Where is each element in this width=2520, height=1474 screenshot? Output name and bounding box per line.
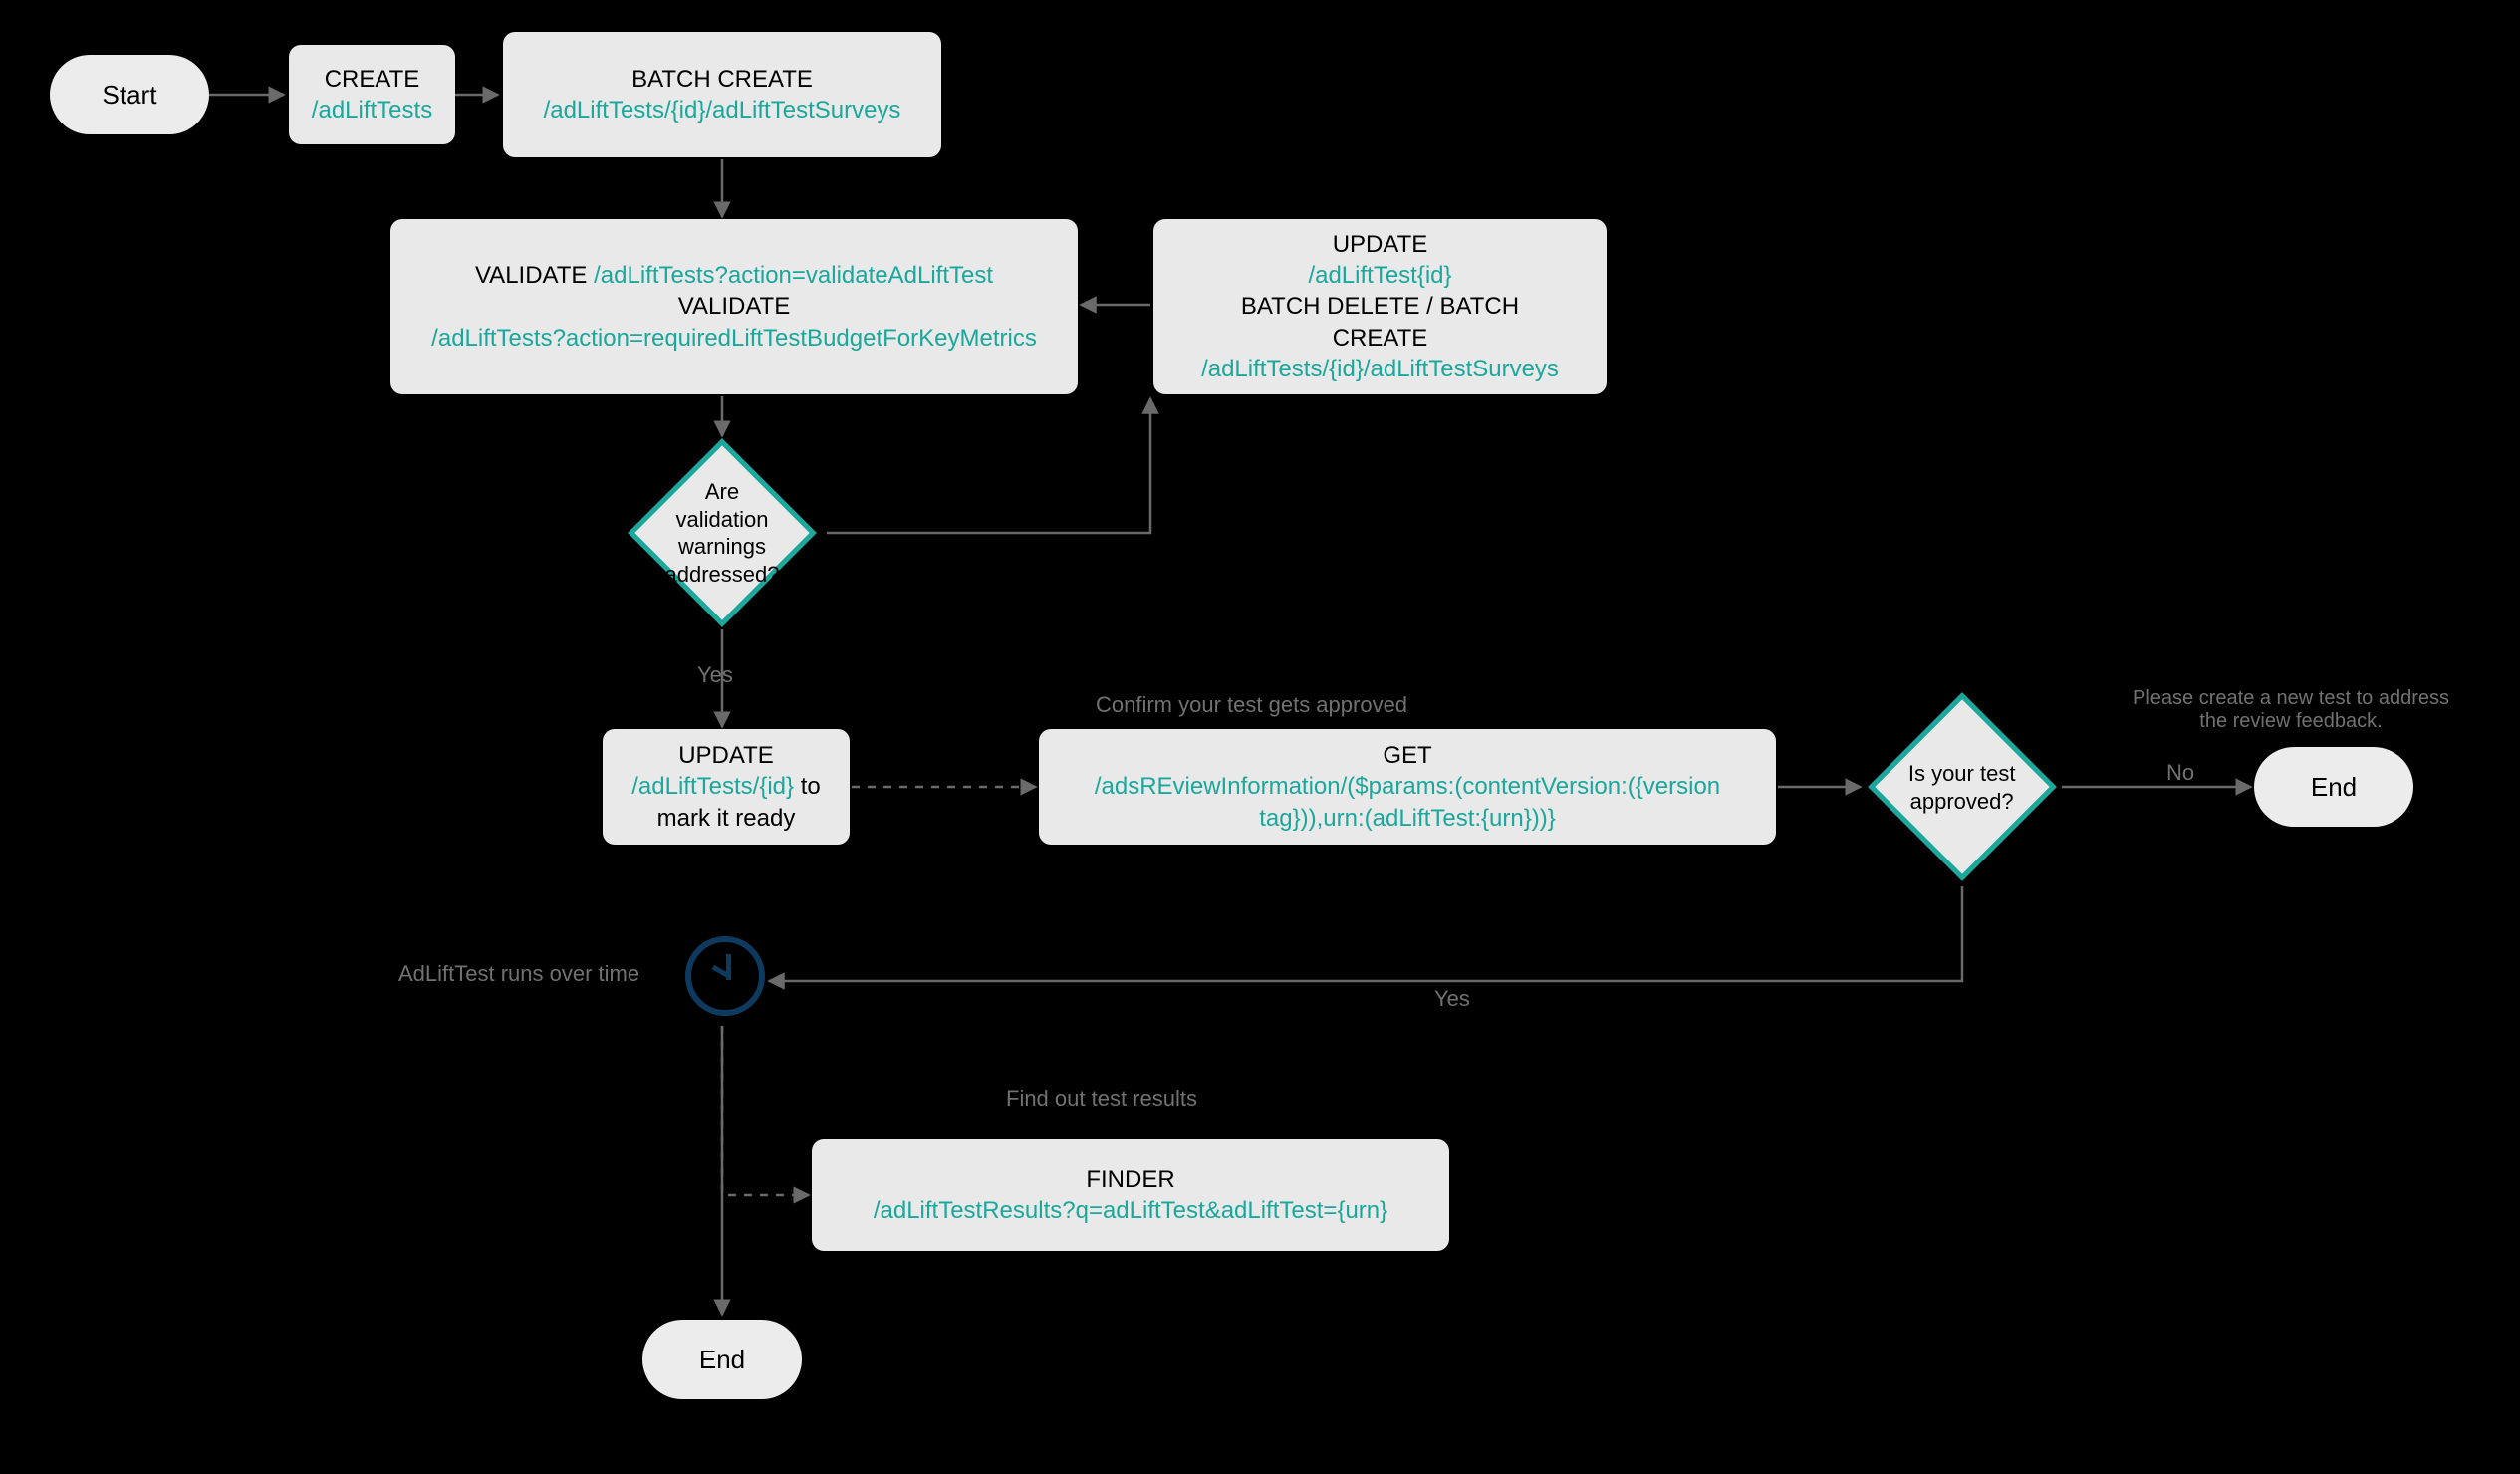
- process-update-batch: UPDATE /adLiftTest{id} BATCH DELETE / BA…: [1153, 219, 1607, 394]
- terminal-end-right: End: [2254, 747, 2413, 827]
- validate-pre: VALIDATE: [475, 262, 594, 289]
- ur-body: /adLiftTests/{id} to mark it ready: [617, 771, 836, 833]
- decision-text: Is your test approved?: [1908, 761, 2016, 814]
- validate-line1: VALIDATE /adLiftTests?action=validateAdL…: [475, 260, 993, 291]
- edge-label-find-results: Find out test results: [1006, 1086, 1197, 1111]
- decision-approved: Is your test approved?: [1868, 692, 2057, 881]
- process-title: BATCH CREATE: [631, 64, 813, 95]
- ur-path: /adLiftTests/{id}: [631, 773, 794, 800]
- edge-label-yes-back: Yes: [1434, 986, 1470, 1012]
- decision-warnings: Are validation warnings addressed?: [628, 438, 817, 627]
- edge-label-runs-over-time: AdLiftTest runs over time: [398, 961, 639, 987]
- process-batch-create: BATCH CREATE /adLiftTests/{id}/adLiftTes…: [503, 32, 941, 157]
- ur-title: UPDATE: [678, 740, 774, 771]
- process-finder: FINDER /adLiftTestResults?q=adLiftTest&a…: [812, 1139, 1449, 1251]
- terminal-label: End: [699, 1345, 745, 1375]
- ub-line2: BATCH DELETE / BATCH CREATE: [1201, 291, 1560, 353]
- terminal-label: End: [2311, 772, 2357, 803]
- decision-text: Are validation warnings addressed?: [665, 479, 780, 587]
- process-path: /adLiftTests/{id}/adLiftTestSurveys: [544, 95, 901, 125]
- process-update-ready: UPDATE /adLiftTests/{id} to mark it read…: [603, 729, 850, 845]
- process-create: CREATE /adLiftTests: [289, 45, 455, 144]
- process-title: CREATE: [325, 64, 420, 95]
- terminal-start: Start: [50, 55, 209, 134]
- validate-path1: /adLiftTests?action=validateAdLiftTest: [594, 262, 993, 289]
- edge-label-feedback: Please create a new test to address the …: [2127, 687, 2455, 733]
- edge-label-no: No: [2166, 760, 2194, 786]
- process-get-review: GET /adsREviewInformation/($params:(cont…: [1039, 729, 1776, 845]
- clock-icon: [685, 936, 765, 1016]
- terminal-label: Start: [103, 80, 157, 111]
- gr-title: GET: [1383, 740, 1431, 771]
- finder-title: FINDER: [1086, 1164, 1174, 1195]
- validate-path2: /adLiftTests?action=requiredLiftTestBudg…: [431, 323, 1037, 354]
- finder-path: /adLiftTestResults?q=adLiftTest&adLiftTe…: [874, 1195, 1387, 1226]
- ub-path1: /adLiftTest{id}: [1308, 260, 1451, 291]
- edge-label-yes-down: Yes: [697, 662, 733, 688]
- process-path: /adLiftTests: [312, 95, 432, 125]
- ub-path2: /adLiftTests/{id}/adLiftTestSurveys: [1201, 354, 1559, 384]
- validate-line2: VALIDATE: [678, 291, 790, 322]
- terminal-end-bottom: End: [642, 1320, 802, 1399]
- edge-label-confirm: Confirm your test gets approved: [1096, 692, 1407, 718]
- gr-path: /adsREviewInformation/($params:(contentV…: [1059, 771, 1756, 833]
- process-validate: VALIDATE /adLiftTests?action=validateAdL…: [390, 219, 1078, 394]
- ub-line1: UPDATE: [1333, 229, 1428, 260]
